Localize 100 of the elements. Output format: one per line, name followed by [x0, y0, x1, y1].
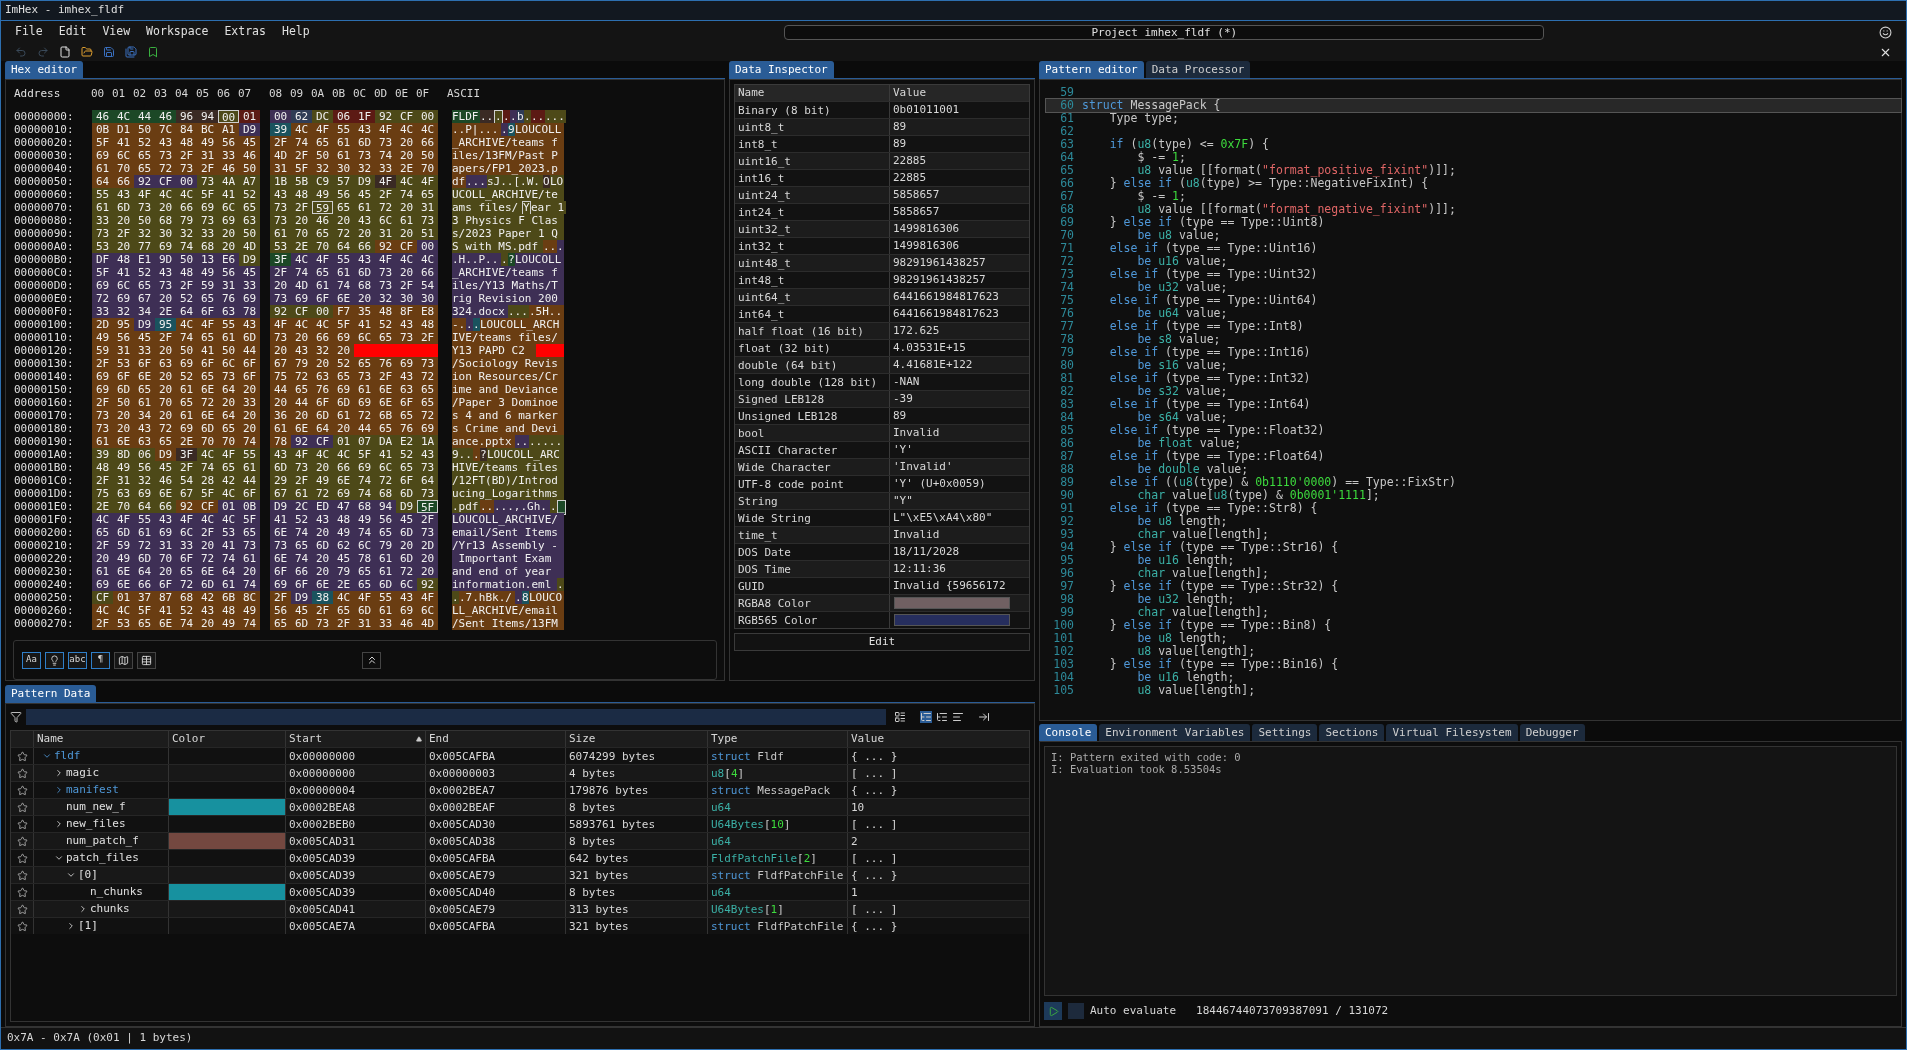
ascii-text[interactable]: ion Resources/Cr — [452, 370, 564, 383]
ascii-text[interactable]: email/Sent Items — [452, 526, 564, 539]
checkbox[interactable] — [1068, 1003, 1084, 1019]
ascii-text[interactable]: LOUCOLL — [515, 253, 564, 266]
folder-icon[interactable] — [81, 46, 93, 58]
menu-item[interactable]: Extras — [224, 23, 266, 41]
ascii-text[interactable]: FLDF — [452, 110, 480, 123]
hex-bytes[interactable]: 1B 5B C9 57 D9 — [270, 175, 375, 188]
hex-bytes[interactable]: 00 — [218, 110, 239, 123]
ascii-text[interactable]: LO — [550, 175, 564, 188]
hex-bytes[interactable]: 4D 2F 50 61 73 74 20 50 — [270, 149, 438, 162]
hex-bytes[interactable]: 5F 41 52 43 48 49 56 45 — [92, 136, 260, 149]
pattern-name[interactable]: n_chunks — [90, 883, 143, 901]
ascii-text[interactable]: . — [452, 591, 459, 604]
hex-bytes[interactable]: 69 6F 6E 2E 65 6D 6C — [270, 578, 417, 591]
menu-item[interactable]: Edit — [58, 23, 87, 41]
list-icon[interactable] — [952, 711, 964, 723]
ascii-text[interactable]: b — [517, 110, 524, 123]
ascii-text[interactable]: . — [557, 578, 564, 591]
hex-bytes[interactable]: 59 — [312, 201, 333, 214]
ascii-text[interactable]: df — [452, 175, 466, 188]
hex-bytes[interactable]: 72 69 67 20 52 65 76 69 — [92, 292, 260, 305]
sort-icon[interactable] — [416, 736, 422, 742]
ascii-text[interactable]: .5H.. — [529, 305, 564, 318]
hex-bytes[interactable]: 29 2F 49 6E 74 72 6F 64 — [270, 474, 438, 487]
ascii-text[interactable]: s/2023 Paper 1 Q — [452, 227, 564, 240]
ascii-text[interactable]: LL_ARCHIVE/email — [452, 604, 564, 617]
view-toggle-button[interactable]: ¶ — [91, 651, 110, 669]
ascii-text[interactable]: LOUCOLL_ARC — [487, 448, 564, 461]
menu-item[interactable]: Help — [281, 23, 310, 41]
hex-bytes[interactable]: 56 45 2F 65 6D 61 69 6C — [270, 604, 438, 617]
hex-bytes[interactable]: 00 — [270, 110, 291, 123]
hex-bytes[interactable]: 2D 95 — [92, 318, 134, 331]
smiley-icon[interactable] — [1879, 25, 1892, 39]
column-header[interactable]: Type — [711, 730, 738, 748]
ascii-text[interactable]: _ARCHIVE/teams f — [452, 266, 564, 279]
tree-icon[interactable] — [936, 711, 948, 723]
ascii-text[interactable]: /Sent Items/13FM — [452, 617, 564, 630]
hex-bytes[interactable]: 4C 4F 55 43 4F 4C 4C — [291, 123, 438, 136]
hex-bytes[interactable]: D9 — [155, 448, 176, 461]
hex-bytes[interactable]: 43 48 49 56 45 2F 74 65 — [270, 188, 438, 201]
hex-bytes[interactable]: 61 70 65 72 73 2F 46 50 — [92, 162, 260, 175]
panel-tab[interactable]: Pattern editor — [1039, 61, 1144, 78]
hex-bytes[interactable]: CF — [92, 591, 113, 604]
hex-bytes[interactable]: 59 31 33 20 50 41 50 44 — [92, 344, 260, 357]
hex-bytes[interactable]: 6F 66 20 79 65 61 72 20 — [270, 565, 438, 578]
hex-bytes[interactable]: 4C 4C 5F 41 52 43 48 49 — [92, 604, 260, 617]
hex-bytes[interactable]: 73 2F — [270, 201, 312, 214]
favorite-icon[interactable] — [16, 903, 28, 915]
hex-bytes[interactable]: 20 44 6F 6D 69 6E 6F 65 — [270, 396, 438, 409]
hex-bytes[interactable]: DF 48 E1 9D 50 13 E6 — [92, 253, 239, 266]
favorite-icon[interactable] — [16, 920, 28, 932]
hex-bytes[interactable]: 0B D1 50 7C 84 BC A1 — [92, 123, 239, 136]
menu-item[interactable]: Workspace — [146, 23, 209, 41]
ascii-text[interactable]: ? — [508, 253, 515, 266]
ascii-text[interactable]: ance.pptx — [452, 435, 515, 448]
hex-bytes[interactable]: 2F 53 65 6E 74 20 49 74 — [92, 617, 260, 630]
ascii-text[interactable]: S with MS.pdf — [452, 240, 543, 253]
ascii-text[interactable]: ime and Deviance — [452, 383, 564, 396]
hex-bytes[interactable]: 53 20 77 69 74 68 20 4D — [92, 240, 260, 253]
ascii-text[interactable]: ? — [480, 448, 487, 461]
ascii-text[interactable]: information.eml — [452, 578, 557, 591]
favorite-icon[interactable] — [16, 818, 28, 830]
hex-bytes[interactable]: 95 — [155, 318, 176, 331]
hex-bytes[interactable]: 61 6E 63 65 2E 70 70 74 — [92, 435, 260, 448]
ascii-text[interactable]: LOUCOLL_ARCH — [480, 318, 564, 331]
ascii-text[interactable]: ... — [466, 175, 487, 188]
view-toggle-button[interactable]: Aa — [22, 651, 41, 669]
search-field[interactable] — [26, 709, 886, 725]
lightbulb-button[interactable] — [45, 651, 64, 669]
hex-bytes[interactable]: 39 8D 06 — [92, 448, 155, 461]
hex-bytes[interactable]: 4C 4F 55 43 4F — [333, 591, 438, 604]
column-header[interactable]: Value — [851, 730, 885, 748]
hex-bytes[interactable]: 00 — [417, 240, 438, 253]
new-file-icon[interactable] — [59, 46, 71, 58]
pattern-name[interactable]: [0] — [78, 866, 98, 884]
hex-bytes[interactable]: 01 07 DA E2 1A — [333, 435, 438, 448]
hex-bytes[interactable]: 67 61 72 69 74 68 6D 73 — [270, 487, 438, 500]
ascii-text[interactable]: . — [473, 318, 480, 331]
hex-bytes[interactable]: 20 49 6D 70 6F 72 74 61 — [92, 552, 260, 565]
hex-bytes[interactable]: 73 20 43 72 69 6D 65 20 — [92, 422, 260, 435]
ascii-text[interactable]: ... — [508, 305, 529, 318]
pattern-name[interactable]: [1] — [78, 917, 98, 935]
edit-button[interactable]: Edit — [734, 633, 1030, 651]
ascii-text[interactable]: /Paper 3 Dominoe — [452, 396, 564, 409]
ascii-text[interactable]: LOUCO — [529, 591, 564, 604]
ascii-text[interactable]: .. — [480, 500, 494, 513]
hex-bytes[interactable]: 73 2F 32 30 32 33 20 50 — [92, 227, 260, 240]
ascii-text[interactable]: HIVE/teams files — [452, 461, 564, 474]
pattern-name[interactable]: fldf — [54, 747, 81, 765]
checkbox-label[interactable]: Auto evaluate — [1090, 1002, 1177, 1020]
menu-item[interactable]: View — [102, 23, 131, 41]
hex-bytes[interactable]: 62 — [291, 110, 312, 123]
ascii-text[interactable]: /Sociology Revis — [452, 357, 564, 370]
hex-bytes[interactable]: D9 2C ED 47 68 94 — [270, 500, 396, 513]
hex-bytes[interactable]: F7 35 48 8F E8 — [333, 305, 438, 318]
ascii-text[interactable]: 3 Physics F Clas — [452, 214, 564, 227]
hex-bytes[interactable]: 65 6D 61 69 6C 2F 53 65 — [92, 526, 260, 539]
hex-bytes[interactable]: D9 — [396, 500, 417, 513]
map-button[interactable] — [114, 651, 133, 669]
